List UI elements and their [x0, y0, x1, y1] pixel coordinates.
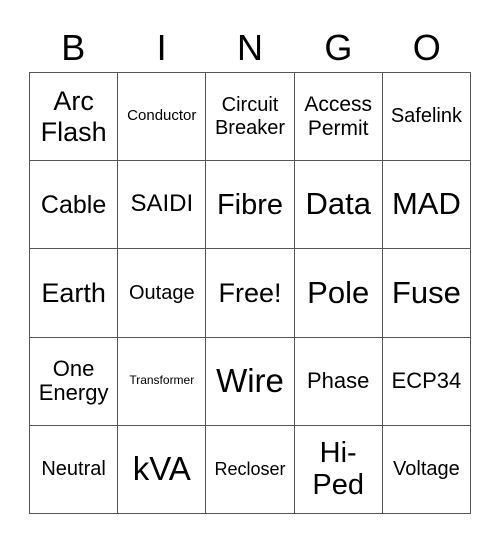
- bingo-cell[interactable]: Neutral: [30, 425, 119, 514]
- bingo-cell[interactable]: Safelink: [382, 73, 471, 162]
- bingo-cell[interactable]: Hi-Ped: [294, 425, 383, 514]
- header-letter-o: O: [412, 27, 441, 68]
- bingo-cell[interactable]: kVA: [118, 425, 207, 514]
- bingo-cell[interactable]: MAD: [382, 161, 471, 250]
- bingo-cell[interactable]: Arc Flash: [30, 73, 119, 162]
- bingo-cell free-space[interactable]: Free!: [206, 249, 295, 338]
- bingo-cell[interactable]: Wire: [206, 337, 295, 426]
- bingo-cell[interactable]: Voltage: [382, 425, 471, 514]
- bingo-cell[interactable]: Outage: [118, 249, 207, 338]
- bingo-cell[interactable]: Conductor: [118, 73, 207, 162]
- bingo-cell[interactable]: Transformer: [118, 337, 207, 426]
- bingo-card: Arc Flash Conductor Circuit Breaker Acce…: [29, 72, 471, 514]
- bingo-cell[interactable]: SAIDI: [118, 161, 207, 250]
- bingo-cell[interactable]: Phase: [294, 337, 383, 426]
- bingo-cell[interactable]: Earth: [30, 249, 119, 338]
- bingo-cell[interactable]: Pole: [294, 249, 383, 338]
- bingo-cell[interactable]: ECP34: [382, 337, 471, 426]
- header-letter-n: N: [236, 27, 263, 68]
- bingo-header: B I N G O: [29, 24, 471, 72]
- header-letter-i: I: [156, 27, 167, 68]
- bingo-cell[interactable]: Fibre: [206, 161, 295, 250]
- bingo-cell[interactable]: Recloser: [206, 425, 295, 514]
- header-letter-b: B: [61, 27, 86, 68]
- bingo-cell[interactable]: Data: [294, 161, 383, 250]
- bingo-cell[interactable]: Cable: [30, 161, 119, 250]
- bingo-cell[interactable]: Access Permit: [294, 73, 383, 162]
- bingo-cell[interactable]: One Energy: [30, 337, 119, 426]
- header-letter-g: G: [324, 27, 353, 68]
- bingo-cell[interactable]: Fuse: [382, 249, 471, 338]
- bingo-cell[interactable]: Circuit Breaker: [206, 73, 295, 162]
